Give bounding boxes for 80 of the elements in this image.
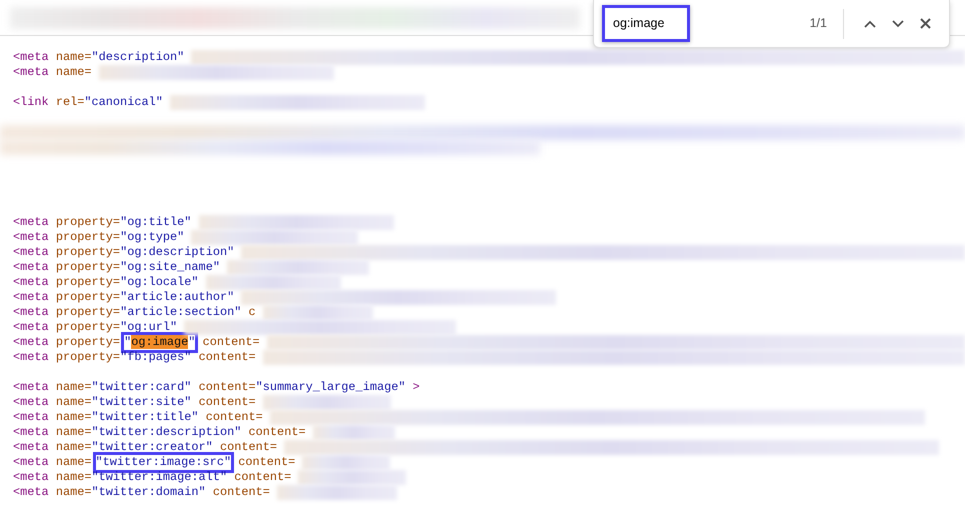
attribute-value: "og:url" (120, 320, 178, 335)
tag-name: <meta (13, 440, 49, 455)
attribute-name: c (248, 305, 256, 320)
attribute-name: property= (56, 230, 120, 245)
attribute-name: name= (56, 470, 92, 485)
attribute-name: name= (56, 410, 92, 425)
attribute-value: "summary_large_image" (256, 380, 406, 395)
attribute-value: "twitter:image:alt" (92, 470, 228, 485)
tag-name: <meta (13, 290, 49, 305)
attribute-name: content= (248, 425, 306, 440)
attribute-value: "og:type" (120, 230, 184, 245)
tag-name: <meta (13, 455, 49, 470)
attribute-name: property= (56, 320, 120, 335)
attribute-name: content= (198, 380, 256, 395)
attribute-name: content= (198, 395, 256, 410)
attribute-name: name= (56, 425, 92, 440)
tag-name: <meta (13, 485, 49, 500)
tag-name: <meta (13, 320, 49, 335)
attribute-value: "og:site_name" (120, 260, 220, 275)
attribute-value: "twitter:site" (92, 395, 192, 410)
attribute-name: content= (198, 350, 256, 365)
tag-name: <meta (13, 230, 49, 245)
attribute-value: "canonical" (84, 95, 163, 110)
attribute-value: "twitter:description" (92, 425, 242, 440)
tag-name: <link (13, 95, 49, 110)
attribute-name: property= (56, 275, 120, 290)
attribute-value: "twitter:creator" (92, 440, 213, 455)
attribute-name: name= (56, 65, 92, 80)
tag-name: <meta (13, 260, 49, 275)
match-count: 1/1 (810, 15, 827, 32)
tag-name: <meta (13, 275, 49, 290)
attribute-name: rel= (56, 95, 84, 110)
attribute-value: "og:title" (120, 215, 192, 230)
attribute-name: content= (238, 455, 296, 470)
attribute-name: property= (56, 305, 120, 320)
tag-name: <meta (13, 50, 49, 65)
attribute-value: "og:locale" (120, 275, 199, 290)
attribute-name: content= (202, 335, 260, 350)
attribute-value: "og:image" (124, 335, 196, 350)
tag-name: <meta (13, 245, 49, 260)
tag-name: <meta (13, 65, 49, 80)
attribute-name: name= (56, 50, 92, 65)
attribute-name: property= (56, 350, 120, 365)
attribute-value: "description" (92, 50, 184, 65)
attribute-value: "twitter:image:src" (96, 455, 232, 470)
attribute-name: name= (56, 440, 92, 455)
tag-name: <meta (13, 305, 49, 320)
tag-name: <meta (13, 215, 49, 230)
attribute-name: name= (56, 380, 92, 395)
attribute-name: property= (56, 245, 120, 260)
attribute-value: "article:author" (120, 290, 234, 305)
attribute-value: "fb:pages" (120, 350, 192, 365)
chevron-up-icon (864, 20, 876, 28)
attribute-name: content= (220, 440, 278, 455)
attribute-name: content= (206, 410, 263, 425)
tag-name: <meta (13, 470, 49, 485)
tag-name: <meta (13, 380, 49, 395)
tag-name: <meta (13, 335, 49, 350)
tag-name: <meta (13, 395, 49, 410)
attribute-value: "twitter:domain" (92, 485, 206, 500)
search-field[interactable]: og:image (602, 5, 690, 42)
attribute-name: property= (56, 290, 120, 305)
tag-name: <meta (13, 425, 49, 440)
tag-name: <meta (13, 350, 49, 365)
attribute-name: property= (56, 215, 120, 230)
attribute-name: content= (212, 485, 270, 500)
attribute-name: name= (56, 455, 92, 470)
attribute-name: name= (56, 485, 92, 500)
chevron-down-icon (892, 20, 904, 28)
tag-name: <meta (13, 410, 49, 425)
attribute-name: content= (234, 470, 292, 485)
close-icon (920, 18, 931, 29)
attribute-name: property= (56, 260, 120, 275)
attribute-value: "article:section" (120, 305, 242, 320)
attribute-name: name= (56, 395, 92, 410)
tag-name: > (412, 380, 420, 395)
attribute-value: "twitter:card" (92, 380, 192, 395)
attribute-name: property= (56, 335, 120, 350)
attribute-value: "twitter:title" (92, 410, 199, 425)
attribute-value: "og:description" (120, 245, 234, 260)
